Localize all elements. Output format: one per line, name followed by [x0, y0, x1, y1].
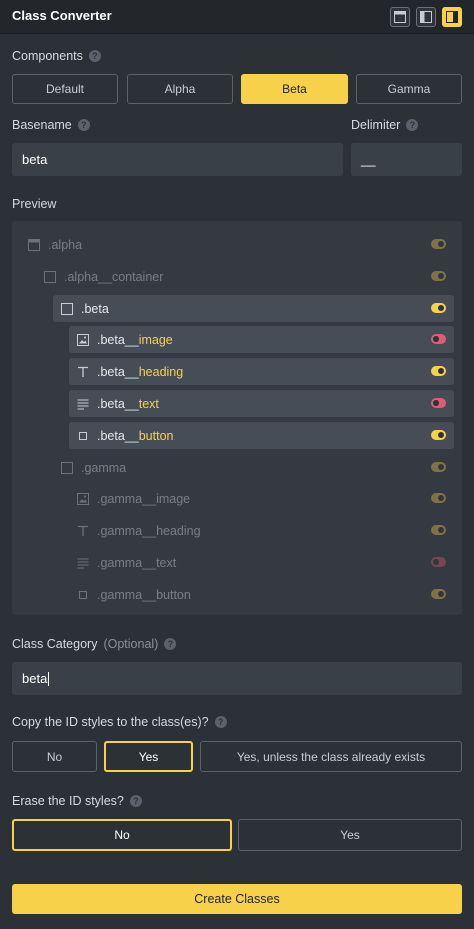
toggle-switch[interactable]: [431, 525, 446, 535]
preview-row-class-name: .beta__: [97, 332, 139, 347]
component-alpha-button[interactable]: Alpha: [127, 74, 233, 104]
class-category-label: Class Category (Optional)?: [12, 637, 177, 651]
preview-row[interactable]: .beta__ text: [69, 390, 454, 417]
preview-row-class-suffix: button: [138, 428, 174, 443]
preview-row[interactable]: .alpha: [20, 231, 454, 258]
components-label: Components?: [12, 49, 101, 63]
help-icon[interactable]: ?: [164, 638, 177, 650]
component-gamma-button[interactable]: Gamma: [356, 74, 462, 104]
toggle-switch[interactable]: [431, 589, 446, 599]
preview-row-class-name: .gamma: [81, 460, 127, 475]
preview-row[interactable]: .alpha__container: [36, 263, 454, 290]
preview-row[interactable]: .gamma__ text: [69, 549, 454, 576]
preview-row-class-name: .gamma__: [97, 523, 157, 538]
preview-row[interactable]: .beta__ heading: [69, 358, 454, 385]
erase-no-button[interactable]: No: [12, 819, 232, 851]
preview-panel: .alpha .alpha__container .beta .beta__ image…: [12, 221, 462, 615]
component-beta-button[interactable]: Beta: [241, 74, 348, 104]
window-icon[interactable]: [390, 7, 410, 27]
help-icon[interactable]: ?: [214, 716, 227, 728]
preview-row-class-suffix: heading: [156, 523, 201, 538]
help-icon[interactable]: ?: [77, 119, 90, 131]
preview-row-class-name: .gamma__: [97, 555, 157, 570]
text-icon: [77, 525, 89, 537]
window-title: Class Converter: [12, 8, 112, 23]
text-icon: [77, 366, 89, 378]
button-icon: [77, 589, 89, 601]
preview-row-class-name: .alpha__container: [64, 269, 164, 284]
paragraph-icon: [77, 557, 89, 569]
square-icon: [44, 270, 56, 283]
preview-row-class-name: .alpha: [48, 237, 83, 252]
erase-yes-button[interactable]: Yes: [238, 819, 462, 851]
erase-styles-label: Erase the ID styles??: [12, 794, 142, 808]
preview-row[interactable]: .beta__ image: [69, 326, 454, 353]
image-icon: [77, 333, 89, 346]
toggle-switch[interactable]: [431, 366, 446, 376]
preview-row-class-name: .gamma__: [97, 587, 157, 602]
copy-no-button[interactable]: No: [12, 741, 97, 772]
copy-yes-button[interactable]: Yes: [104, 741, 193, 772]
help-icon[interactable]: ?: [406, 119, 419, 131]
toggle-switch[interactable]: [431, 430, 446, 440]
container-icon: [28, 238, 40, 251]
preview-row[interactable]: .gamma__ button: [69, 581, 454, 608]
preview-row-class-suffix: image: [156, 491, 191, 506]
preview-row-class-suffix: image: [138, 332, 173, 347]
preview-row[interactable]: .beta__ button: [69, 422, 454, 449]
delimiter-input[interactable]: __: [351, 143, 462, 176]
text-cursor: [48, 671, 50, 686]
component-default-button[interactable]: Default: [12, 74, 118, 104]
copy-yes-unless-button[interactable]: Yes, unless the class already exists: [200, 741, 462, 772]
preview-row-class-suffix: button: [156, 587, 191, 602]
preview-row-class-suffix: text: [138, 396, 159, 411]
preview-row-class-name: .beta: [81, 301, 109, 316]
title-bar: Class Converter: [0, 0, 474, 34]
square-icon: [61, 461, 73, 474]
preview-row[interactable]: .gamma__ image: [69, 485, 454, 512]
toggle-switch[interactable]: [431, 557, 446, 567]
sidebar-right-icon[interactable]: [442, 7, 462, 27]
toggle-switch[interactable]: [431, 271, 446, 281]
preview-row-class-name: .gamma__: [97, 491, 157, 506]
preview-row[interactable]: .gamma__ heading: [69, 517, 454, 544]
create-classes-button[interactable]: Create Classes: [12, 884, 462, 914]
toggle-switch[interactable]: [431, 398, 446, 408]
toggle-switch[interactable]: [431, 462, 446, 472]
toggle-switch[interactable]: [431, 493, 446, 503]
image-icon: [77, 492, 89, 505]
preview-row-class-suffix: text: [156, 555, 177, 570]
toggle-switch[interactable]: [431, 303, 446, 313]
help-icon[interactable]: ?: [88, 50, 101, 62]
optional-label: (Optional): [103, 637, 159, 651]
toggle-switch[interactable]: [431, 334, 446, 344]
sidebar-left-icon[interactable]: [416, 7, 436, 27]
copy-styles-label: Copy the ID styles to the class(es)??: [12, 715, 227, 729]
basename-label: Basename?: [12, 118, 90, 132]
preview-row-class-suffix: heading: [138, 364, 184, 379]
preview-row-class-name: .beta__: [97, 428, 139, 443]
preview-row-class-name: .beta__: [97, 396, 139, 411]
square-icon: [61, 302, 73, 315]
button-icon: [77, 430, 89, 442]
preview-row[interactable]: .gamma: [53, 454, 454, 481]
preview-row[interactable]: .beta: [53, 295, 454, 322]
preview-row-class-name: .beta__: [97, 364, 139, 379]
help-icon[interactable]: ?: [129, 795, 142, 807]
paragraph-icon: [77, 398, 89, 410]
delimiter-label: Delimiter?: [351, 118, 419, 132]
toggle-switch[interactable]: [431, 239, 446, 249]
class-category-input[interactable]: beta: [12, 662, 462, 695]
basename-input[interactable]: beta: [12, 143, 343, 176]
preview-label: Preview: [12, 197, 57, 211]
